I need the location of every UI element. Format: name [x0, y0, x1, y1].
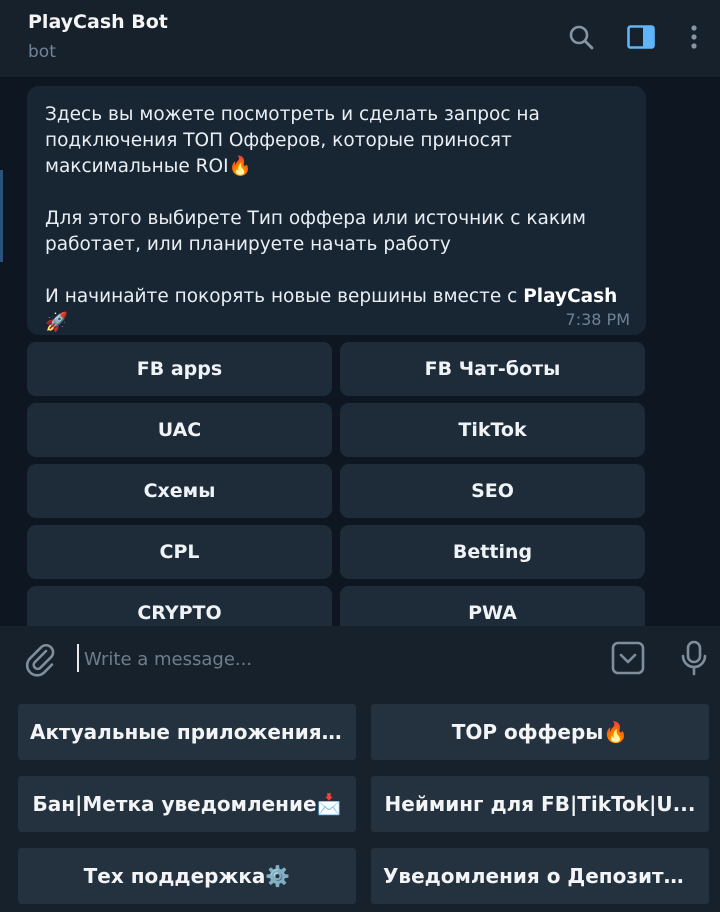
- inline-button-seo[interactable]: SEO: [340, 464, 645, 518]
- message-list[interactable]: Здесь вы можете посмотреть и сделать зап…: [0, 78, 720, 626]
- brand-name: PlayCash: [523, 286, 618, 307]
- inline-button-betting[interactable]: Betting: [340, 525, 645, 579]
- more-vertical-icon[interactable]: [679, 22, 709, 52]
- chat-subtitle: bot: [28, 42, 56, 62]
- sidebar-toggle-icon[interactable]: [626, 22, 656, 52]
- message-bubble[interactable]: Здесь вы можете посмотреть и сделать зап…: [27, 86, 646, 335]
- message-input[interactable]: [82, 642, 556, 676]
- inline-button-tiktok[interactable]: TikTok: [340, 403, 645, 457]
- reply-button-tech-support[interactable]: Тех поддержка⚙️: [18, 848, 356, 904]
- bot-keyboard-icon[interactable]: [610, 640, 646, 676]
- reply-button-naming[interactable]: Нейминг для FB|TikTok|U...: [371, 776, 709, 832]
- text-caret: [77, 644, 79, 672]
- message-time: 7:38 PM: [565, 310, 630, 329]
- paperclip-icon[interactable]: [22, 641, 58, 677]
- inline-button-uac[interactable]: UAC: [27, 403, 332, 457]
- reply-button-deposit-notifications[interactable]: Уведомления о Депозита...: [371, 848, 709, 904]
- inline-button-pwa[interactable]: PWA: [340, 586, 645, 626]
- inline-button-cpl[interactable]: CPL: [27, 525, 332, 579]
- scroll-indicator: [0, 170, 3, 262]
- chat-header: PlayCash Bot bot: [0, 0, 720, 78]
- reply-button-actual-apps[interactable]: Актуальные приложения...: [18, 704, 356, 760]
- chat-title[interactable]: PlayCash Bot: [28, 11, 168, 33]
- inline-button-crypto[interactable]: CRYPTO: [27, 586, 332, 626]
- microphone-icon[interactable]: [676, 640, 712, 676]
- inline-button-fb-apps[interactable]: FB apps: [27, 342, 332, 396]
- search-icon[interactable]: [566, 22, 596, 52]
- message-text: Здесь вы можете посмотреть и сделать зап…: [45, 104, 618, 333]
- inline-button-schemes[interactable]: Схемы: [27, 464, 332, 518]
- inline-button-fb-chatbots[interactable]: FB Чат-боты: [340, 342, 645, 396]
- reply-button-ban-notification[interactable]: Бан|Метка уведомление📩: [18, 776, 356, 832]
- composer: Актуальные приложения... TOP офферы🔥 Бан…: [0, 626, 720, 912]
- reply-button-top-offers[interactable]: TOP офферы🔥: [371, 704, 709, 760]
